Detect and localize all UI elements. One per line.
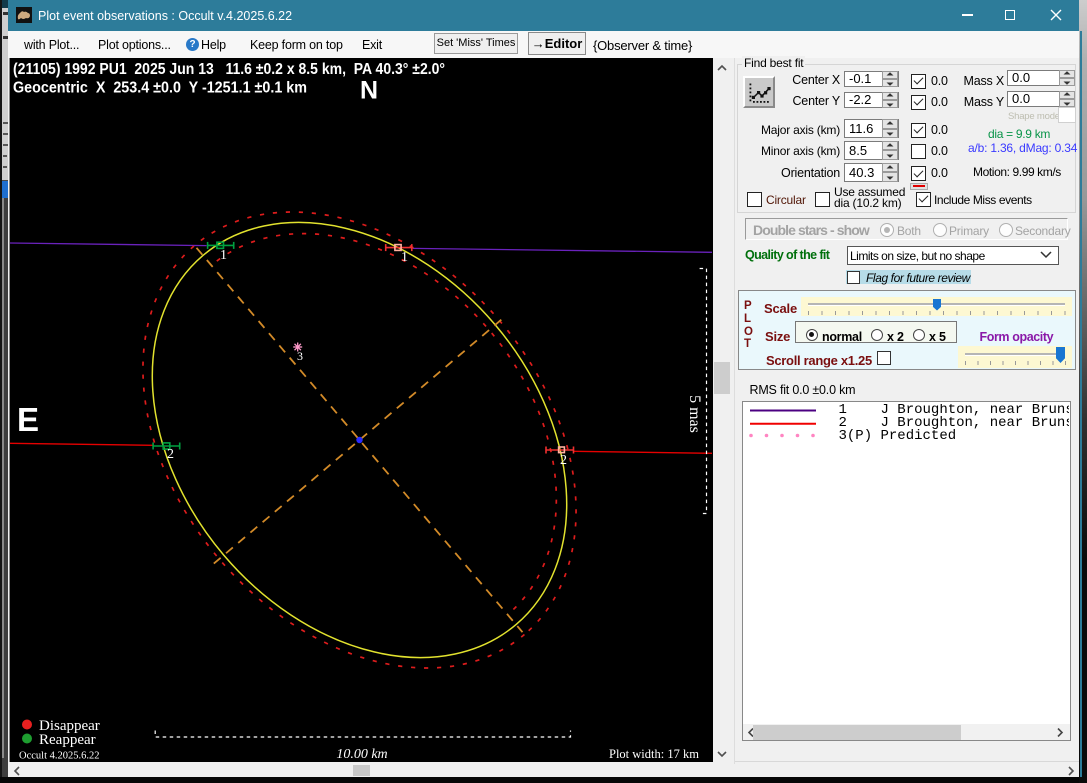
svg-text:2: 2 [167, 447, 174, 462]
svg-text:Plot width: 17 km: Plot width: 17 km [609, 747, 699, 761]
svg-text:Reappear: Reappear [39, 732, 96, 748]
svg-text:5 mas: 5 mas [686, 395, 703, 433]
svg-text:E: E [17, 401, 39, 438]
svg-text:1: 1 [401, 250, 408, 265]
svg-text:1: 1 [220, 248, 227, 263]
svg-text:2: 2 [560, 453, 567, 468]
svg-text:Occult 4.2025.6.22: Occult 4.2025.6.22 [19, 751, 100, 762]
svg-text:10.00 km: 10.00 km [336, 747, 387, 762]
svg-text:3: 3 [297, 349, 303, 363]
svg-text:(21105) 1992 PU1 2025 Jun 13: (21105) 1992 PU1 2025 Jun 13 11.6 ±0.2 x… [13, 61, 445, 78]
svg-text:N: N [360, 77, 378, 105]
svg-text:Geocentric X 253.4 ±0.0 Y -: Geocentric X 253.4 ±0.0 Y -1251.1 ±0.1 k… [13, 80, 307, 97]
